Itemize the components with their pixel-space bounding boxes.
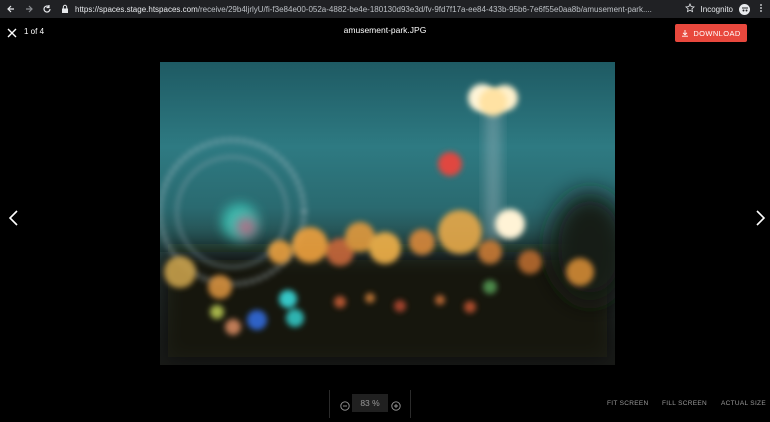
chevron-right-icon [756, 210, 766, 226]
zoom-in-button[interactable] [391, 398, 401, 411]
address-bar[interactable]: https://spaces.stage.htspaces.com/receiv… [60, 2, 680, 16]
fit-screen-button[interactable]: FIT SCREEN [607, 400, 649, 407]
incognito-label: Incognito [700, 4, 733, 14]
actual-size-button[interactable]: ACTUAL SIZE [721, 400, 766, 407]
lock-icon [62, 4, 68, 13]
download-button[interactable]: DOWNLOAD [675, 24, 747, 42]
url-text: https://spaces.stage.htspaces.com/receiv… [75, 5, 652, 14]
chevron-left-icon [8, 210, 18, 226]
zoom-in-icon [391, 401, 401, 411]
url-host: https://spaces.stage.htspaces.com [75, 4, 198, 14]
zoom-level[interactable]: 83 % [352, 394, 388, 412]
back-button[interactable] [4, 2, 18, 16]
incognito-icon [741, 7, 748, 12]
fill-screen-button[interactable]: FILL SCREEN [662, 400, 707, 407]
next-image-button[interactable] [754, 210, 766, 226]
browser-actions: Incognito [684, 2, 766, 16]
forward-button[interactable] [22, 2, 36, 16]
amusement-park-photo [160, 84, 615, 365]
zoom-controls: 83 % [329, 390, 411, 418]
download-label: DOWNLOAD [693, 28, 741, 38]
file-name: amusement-park.JPG [343, 25, 427, 35]
image-preview [160, 62, 615, 365]
incognito-avatar[interactable] [739, 3, 750, 15]
browser-menu-button[interactable] [756, 3, 766, 15]
zoom-out-icon [340, 401, 350, 411]
back-arrow-icon [7, 5, 14, 13]
bookmark-star-button[interactable] [684, 3, 695, 15]
reload-button[interactable] [40, 2, 54, 16]
forward-arrow-icon [26, 5, 33, 13]
url-path: /receive/29b4ljrlyU/fi-f3e84e00-052a-488… [197, 4, 652, 14]
zoom-out-button[interactable] [340, 398, 350, 411]
previous-image-button[interactable] [8, 210, 20, 226]
kebab-menu-icon [760, 4, 762, 12]
star-icon [684, 3, 695, 13]
reload-icon [43, 5, 51, 13]
download-icon [682, 30, 689, 37]
viewer-toolbar: 83 % FIT SCREEN FILL SCREEN ACTUAL SIZE [0, 390, 770, 422]
browser-toolbar: https://spaces.stage.htspaces.com/receiv… [0, 0, 770, 18]
viewer-header: 1 of 4 amusement-park.JPG DOWNLOAD [0, 18, 770, 48]
